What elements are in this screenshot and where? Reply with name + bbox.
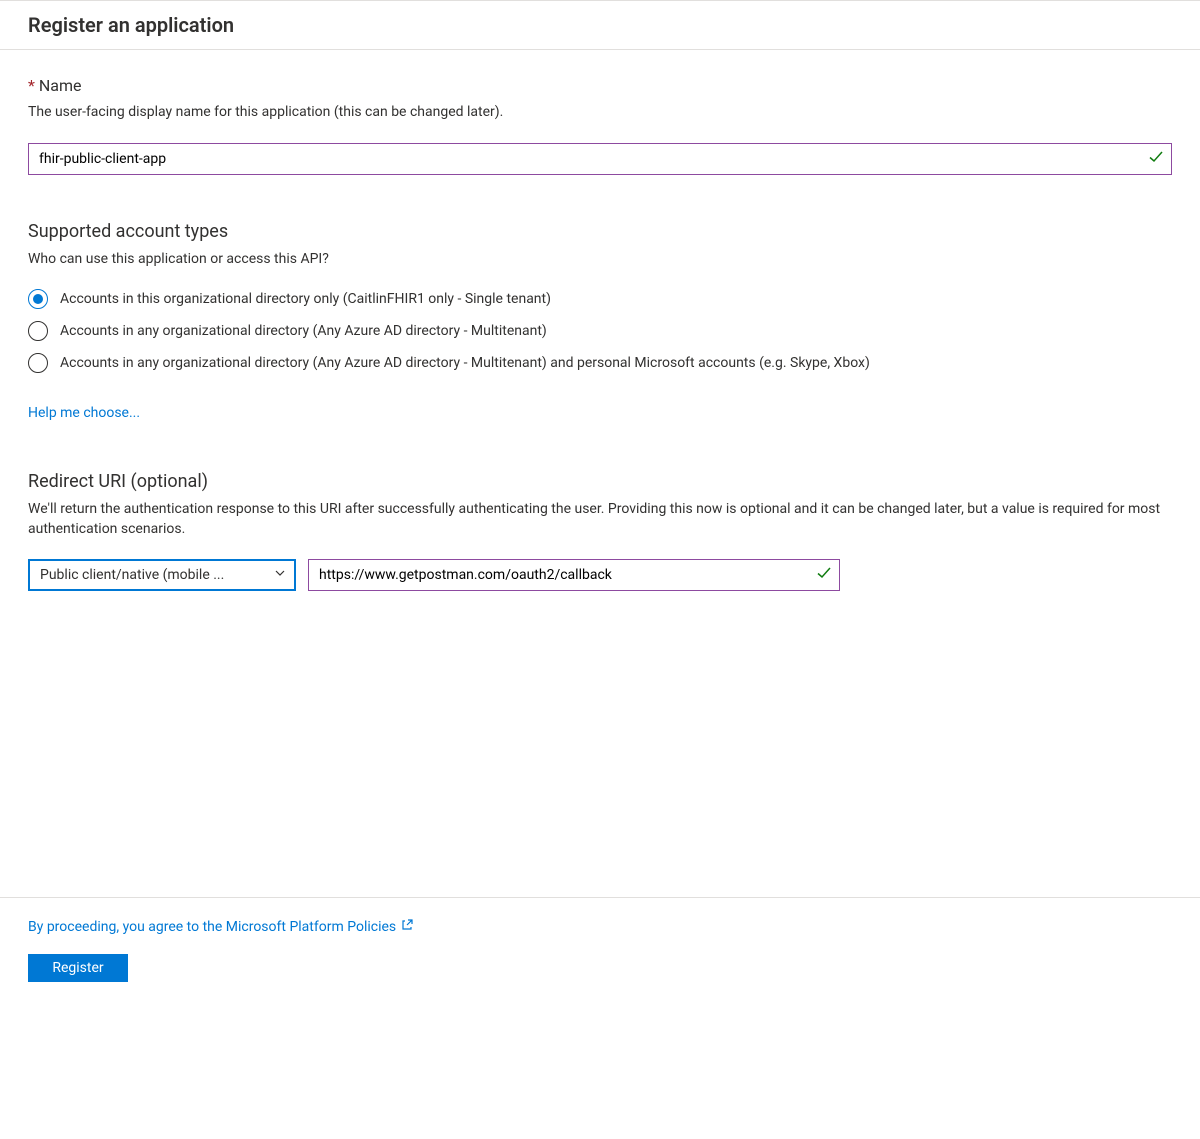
page-header: Register an application xyxy=(0,0,1200,50)
policy-link-text: By proceeding, you agree to the Microsof… xyxy=(28,919,396,935)
name-section: *Name The user-facing display name for t… xyxy=(28,76,1172,175)
redirect-uri-heading: Redirect URI (optional) xyxy=(28,471,1172,492)
radio-button-icon xyxy=(28,321,48,341)
required-asterisk: * xyxy=(28,76,35,95)
chevron-down-icon xyxy=(274,567,286,583)
name-field-description: The user-facing display name for this ap… xyxy=(28,103,1172,123)
radio-option-single-tenant[interactable]: Accounts in this organizational director… xyxy=(28,289,1172,309)
platform-policies-link[interactable]: By proceeding, you agree to the Microsof… xyxy=(28,918,414,936)
account-types-heading: Supported account types xyxy=(28,221,1172,242)
redirect-uri-description: We'll return the authentication response… xyxy=(28,500,1172,539)
account-types-description: Who can use this application or access t… xyxy=(28,250,1172,270)
page-title: Register an application xyxy=(28,13,1172,37)
radio-label: Accounts in this organizational director… xyxy=(60,291,551,307)
footer: By proceeding, you agree to the Microsof… xyxy=(0,897,1200,1012)
name-field-label: *Name xyxy=(28,76,1172,95)
redirect-uri-input-wrapper xyxy=(308,559,840,591)
platform-dropdown[interactable]: Public client/native (mobile ... xyxy=(28,559,296,591)
external-link-icon xyxy=(400,918,414,936)
radio-option-multitenant-personal[interactable]: Accounts in any organizational directory… xyxy=(28,353,1172,373)
main-content: *Name The user-facing display name for t… xyxy=(0,50,1200,617)
help-me-choose-link[interactable]: Help me choose... xyxy=(28,405,140,421)
name-label-text: Name xyxy=(39,76,82,95)
radio-inner-dot xyxy=(33,294,43,304)
radio-button-icon xyxy=(28,353,48,373)
radio-label: Accounts in any organizational directory… xyxy=(60,355,870,371)
register-button[interactable]: Register xyxy=(28,954,128,982)
dropdown-selected-text: Public client/native (mobile ... xyxy=(40,567,224,583)
redirect-uri-section: Redirect URI (optional) We'll return the… xyxy=(28,471,1172,591)
radio-option-multitenant[interactable]: Accounts in any organizational directory… xyxy=(28,321,1172,341)
radio-label: Accounts in any organizational directory… xyxy=(60,323,547,339)
name-input[interactable] xyxy=(28,143,1172,175)
radio-button-icon xyxy=(28,289,48,309)
redirect-uri-input[interactable] xyxy=(308,559,840,591)
account-types-section: Supported account types Who can use this… xyxy=(28,221,1172,422)
name-input-wrapper xyxy=(28,143,1172,175)
redirect-controls: Public client/native (mobile ... xyxy=(28,559,1172,591)
account-types-radio-group: Accounts in this organizational director… xyxy=(28,289,1172,373)
